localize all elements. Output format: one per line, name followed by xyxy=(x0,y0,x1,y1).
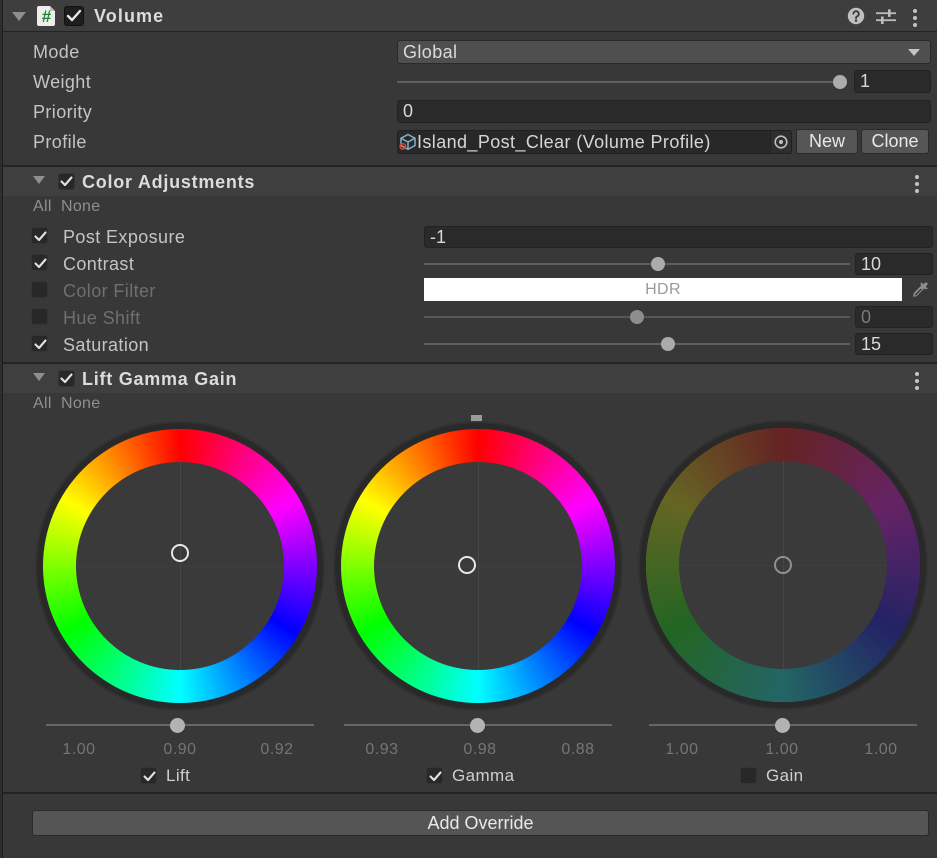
svg-text:#: # xyxy=(42,7,52,26)
